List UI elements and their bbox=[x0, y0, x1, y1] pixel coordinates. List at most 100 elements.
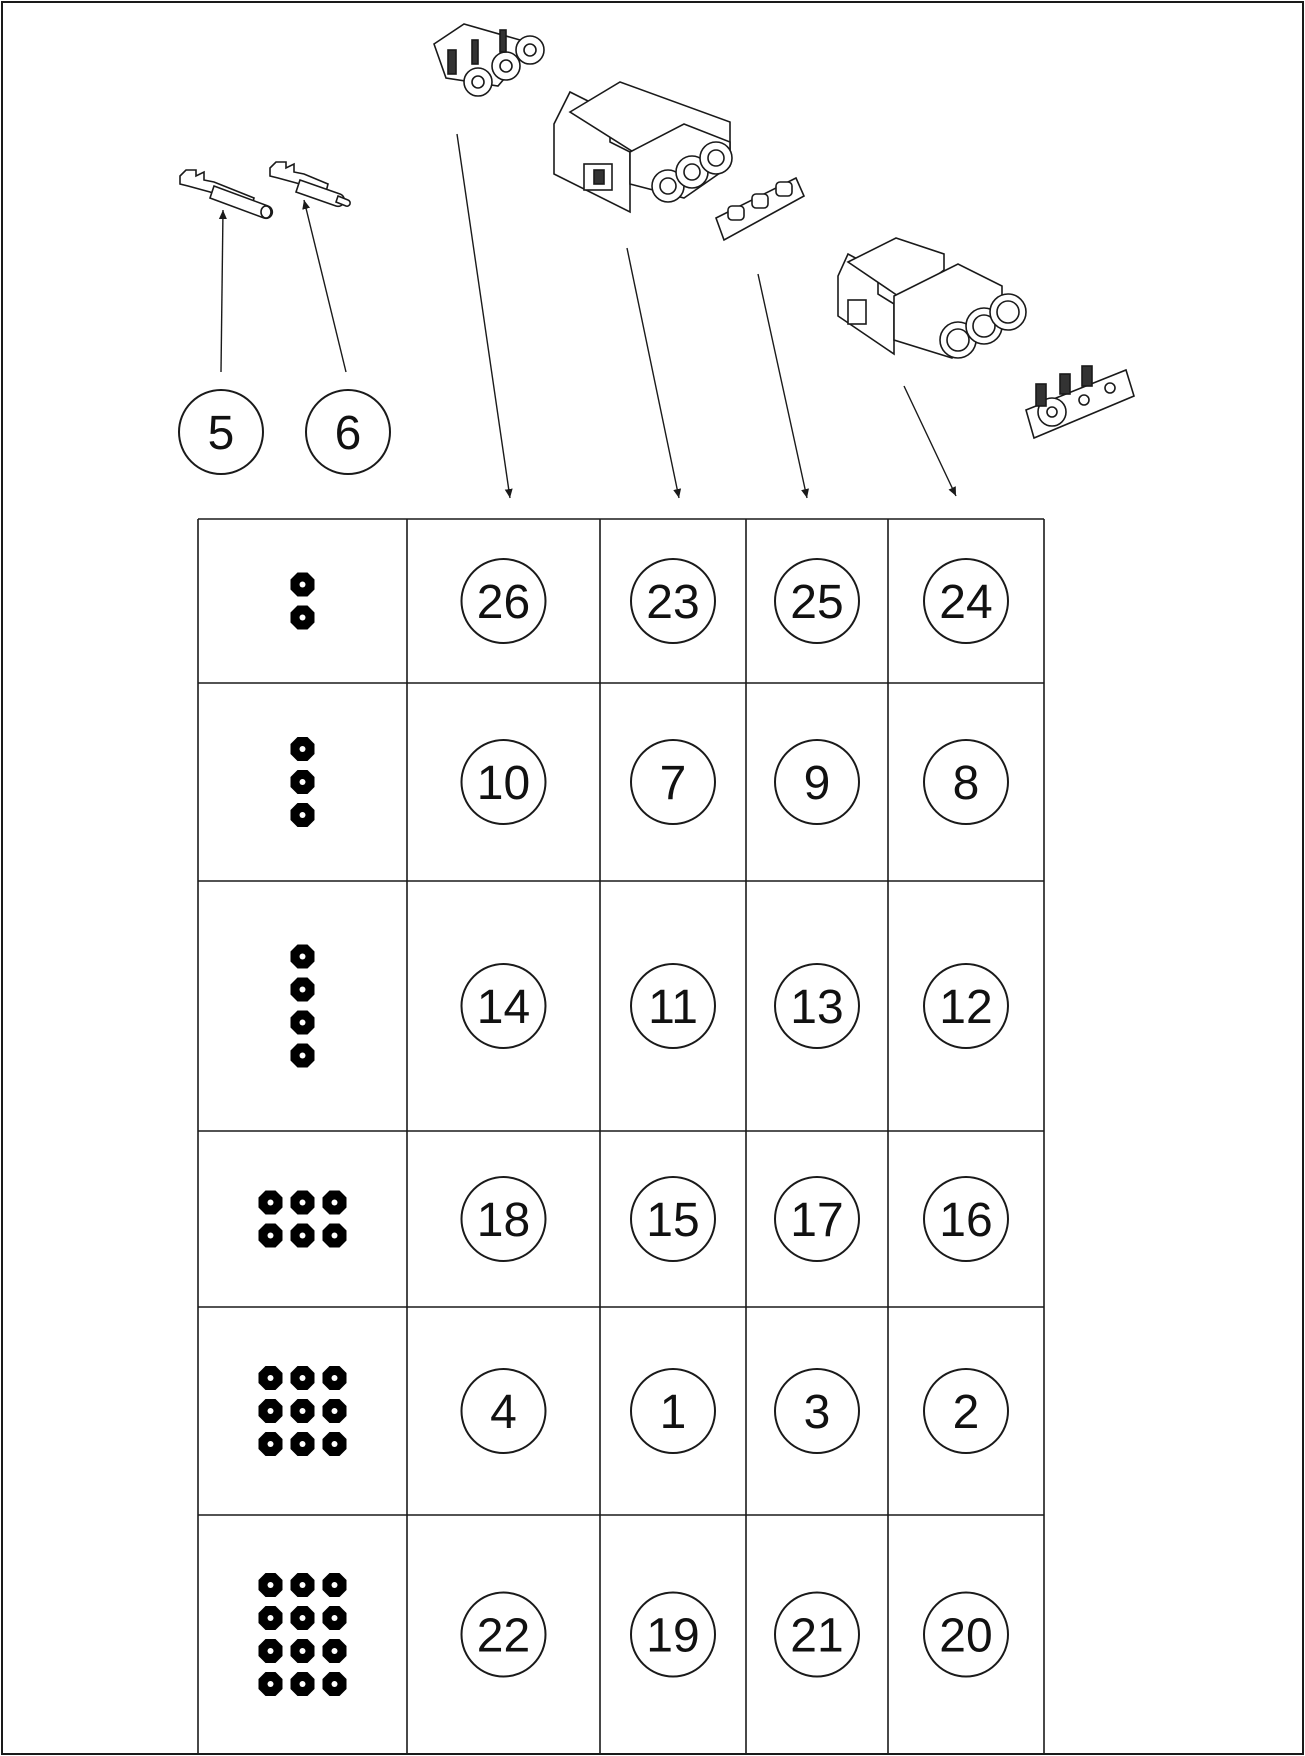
female-terminal-drawing bbox=[179, 169, 274, 220]
pin-dot-icon bbox=[322, 1606, 347, 1630]
part-number-label: 26 bbox=[477, 576, 530, 629]
part-balloon: 21 bbox=[774, 1591, 860, 1678]
part-balloon: 24 bbox=[923, 558, 1009, 644]
table-row: 22 19 21 20 bbox=[258, 1573, 1009, 1696]
pin-dot-icon bbox=[290, 977, 315, 1002]
part-number-label: 9 bbox=[804, 757, 831, 810]
part-balloon: 18 bbox=[460, 1176, 547, 1262]
part-number-label: 24 bbox=[939, 576, 992, 629]
part-balloon: 26 bbox=[460, 558, 547, 644]
parts-table: 26 23 25 2410 7 9 814 11 13 1218 15 17 164 1 3 222 19 21 2… bbox=[197, 518, 1045, 1755]
part-number-label: 21 bbox=[790, 1610, 843, 1663]
pin-dot-icon bbox=[290, 1043, 315, 1068]
pin-dot-icon bbox=[322, 1573, 347, 1597]
part-balloon: 25 bbox=[774, 558, 860, 644]
pin-dot-icon bbox=[322, 1399, 347, 1423]
pin-dot-icon bbox=[290, 944, 315, 969]
part-number-label: 23 bbox=[646, 576, 699, 629]
pin-dot-icon bbox=[322, 1672, 347, 1696]
part-number-label: 20 bbox=[939, 1610, 992, 1663]
table-row: 26 23 25 24 bbox=[290, 558, 1009, 644]
part-number-label: 11 bbox=[648, 981, 698, 1034]
sheet-border bbox=[1, 1, 1304, 1755]
part-balloon: 22 bbox=[460, 1591, 547, 1678]
pin-layout-icon bbox=[258, 1190, 347, 1248]
pin-dot-icon bbox=[322, 1432, 347, 1456]
pin-dot-icon bbox=[290, 572, 315, 597]
part-number-label: 10 bbox=[477, 757, 530, 810]
pin-dot-icon bbox=[258, 1639, 283, 1663]
connector-housing-drawing bbox=[553, 81, 733, 214]
seal-retainer-drawing-top bbox=[433, 23, 545, 97]
part-balloon: 2 bbox=[923, 1368, 1009, 1454]
pin-dot-icon bbox=[290, 1223, 315, 1248]
part-balloon: 11 bbox=[630, 963, 716, 1049]
pin-dot-icon bbox=[290, 1366, 315, 1390]
pin-layout-icon bbox=[258, 1573, 347, 1696]
table-grid bbox=[197, 518, 1045, 1755]
pin-dot-icon bbox=[290, 1432, 315, 1456]
callout-terminal-female: 5 bbox=[178, 389, 264, 475]
part-balloon: 9 bbox=[774, 739, 860, 825]
part-number-label: 17 bbox=[790, 1194, 843, 1247]
pin-layout-icon bbox=[258, 1366, 347, 1456]
part-balloon: 12 bbox=[923, 963, 1009, 1049]
pin-dot-icon bbox=[322, 1639, 347, 1663]
pin-dot-icon bbox=[258, 1399, 283, 1423]
part-balloon: 10 bbox=[460, 739, 547, 825]
part-balloon: 1 bbox=[630, 1368, 716, 1454]
table-row: 10 7 9 8 bbox=[290, 737, 1009, 827]
part-number-label: 1 bbox=[660, 1386, 687, 1439]
part-number-label: 14 bbox=[477, 981, 530, 1034]
pin-dot-icon bbox=[290, 1010, 315, 1035]
pin-dot-icon bbox=[290, 770, 315, 794]
callout-terminal-male: 6 bbox=[305, 389, 391, 475]
table-row: 18 15 17 16 bbox=[258, 1176, 1009, 1262]
pin-dot-icon bbox=[258, 1366, 283, 1390]
seal-retainer-drawing-bottom bbox=[1025, 365, 1135, 440]
part-number-label: 12 bbox=[939, 981, 992, 1034]
pin-dot-icon bbox=[290, 1639, 315, 1663]
part-number-label: 18 bbox=[477, 1194, 530, 1247]
part-balloon: 19 bbox=[630, 1591, 716, 1678]
part-balloon: 7 bbox=[630, 739, 716, 825]
parts-diagram: 5 6 26 23 25 2410 7 9 814 11 13 1218 15 17 164 1 3 222 1… bbox=[1, 1, 1304, 1755]
pin-layout-icon bbox=[290, 737, 315, 827]
table-row: 14 11 13 12 bbox=[290, 944, 1009, 1068]
pin-dot-icon bbox=[290, 1399, 315, 1423]
pin-dot-icon bbox=[322, 1366, 347, 1390]
part-number-label: 22 bbox=[477, 1610, 530, 1663]
part-number-label: 19 bbox=[646, 1610, 699, 1663]
part-balloon: 14 bbox=[460, 963, 547, 1049]
pin-layout-icon bbox=[290, 572, 315, 630]
pin-dot-icon bbox=[258, 1573, 283, 1597]
pin-dot-icon bbox=[290, 1190, 315, 1215]
pin-dot-icon bbox=[258, 1190, 283, 1215]
part-balloon: 8 bbox=[923, 739, 1009, 825]
part-number-label: 3 bbox=[804, 1386, 831, 1439]
part-number-label: 25 bbox=[790, 576, 843, 629]
part-number-label: 4 bbox=[490, 1386, 517, 1439]
part-number-label: 7 bbox=[660, 757, 687, 810]
part-number-label: 2 bbox=[953, 1386, 980, 1439]
part-balloon: 15 bbox=[630, 1176, 716, 1262]
part-balloon: 23 bbox=[630, 558, 716, 644]
part-number-label: 8 bbox=[953, 757, 980, 810]
pin-dot-icon bbox=[322, 1190, 347, 1215]
pin-dot-icon bbox=[290, 1606, 315, 1630]
part-balloon: 4 bbox=[460, 1368, 547, 1454]
pin-dot-icon bbox=[290, 737, 315, 761]
pin-dot-icon bbox=[258, 1432, 283, 1456]
part-number-label: 15 bbox=[646, 1194, 699, 1247]
callout-5-label: 5 bbox=[208, 407, 235, 460]
pin-dot-icon bbox=[322, 1223, 347, 1248]
pin-dot-icon bbox=[290, 1672, 315, 1696]
pin-dot-icon bbox=[290, 803, 315, 827]
pin-layout-icon bbox=[290, 944, 315, 1068]
pin-dot-icon bbox=[258, 1672, 283, 1696]
male-terminal-drawing bbox=[269, 161, 351, 208]
mating-housing-drawing bbox=[837, 237, 1027, 359]
part-number-label: 13 bbox=[790, 981, 843, 1034]
pin-dot-icon bbox=[258, 1606, 283, 1630]
part-number-label: 16 bbox=[939, 1194, 992, 1247]
